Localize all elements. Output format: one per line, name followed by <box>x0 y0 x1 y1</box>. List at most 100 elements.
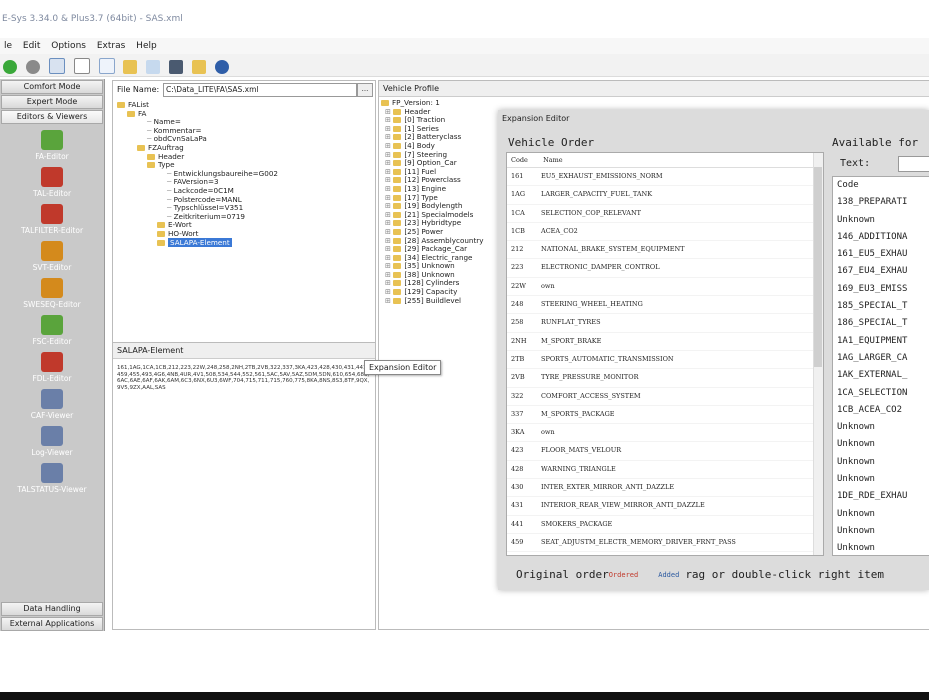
table-row[interactable]: 2VB TYRE_PRESSURE_MONITOR <box>507 369 823 388</box>
table-row[interactable]: 459 SEAT_ADJUSTM_ELECTR_MEMORY_DRIVER_FRN… <box>507 534 823 553</box>
data-handling-button[interactable]: Data Handling <box>1 602 103 616</box>
browse-button[interactable]: ... <box>357 83 373 97</box>
menu-edit[interactable]: Edit <box>23 38 40 54</box>
available-item[interactable]: 1DE_RDE_EXHAU <box>833 488 929 505</box>
editors-viewers-button[interactable]: Editors & Viewers <box>1 110 103 124</box>
tool-talstatus-viewer[interactable]: TALSTATUS-Viewer <box>0 463 104 494</box>
file-name-input[interactable]: C:\Data_LITE\FA\SAS.xml <box>163 83 357 97</box>
available-item[interactable]: 1AG_LARGER_CA <box>833 350 929 367</box>
profile-node[interactable]: ⊞ [13] Engine <box>381 184 501 194</box>
vehicle-profile-header: Vehicle Profile <box>379 81 929 97</box>
available-item[interactable]: Unknown <box>833 454 929 471</box>
table-row[interactable]: 248 STEERING_WHEEL_HEATING <box>507 296 823 315</box>
available-item[interactable]: Unknown <box>833 436 929 453</box>
available-item[interactable]: Unknown <box>833 523 929 540</box>
table-row[interactable]: 22W own <box>507 278 823 297</box>
table-row[interactable]: 455LUMBAR_SUPPORT_DRIVER_FRONT_PASSENGER <box>507 552 823 555</box>
comfort-mode-button[interactable]: Comfort Mode <box>1 80 103 94</box>
green-circle-icon[interactable] <box>3 60 17 74</box>
available-item[interactable]: 1AK_EXTERNAL_ <box>833 367 929 384</box>
profile-node[interactable]: ⊞ [2] Batteryclass <box>381 133 501 142</box>
tree-node[interactable]: ─ Zeitkriterium=0719 <box>117 212 367 222</box>
table-row[interactable]: 428 WARNING_TRIANGLE <box>507 461 823 480</box>
tool-talfilter-editor[interactable]: TALFILTER-Editor <box>0 204 104 235</box>
available-item[interactable]: 186_SPECIAL_T <box>833 315 929 332</box>
available-item[interactable]: 1A1_EQUIPMENT <box>833 333 929 350</box>
arrows-icon[interactable] <box>146 60 161 74</box>
external-applications-button[interactable]: External Applications <box>1 617 103 631</box>
available-item[interactable]: 161_EU5_EXHAU <box>833 246 929 263</box>
available-item[interactable]: 138_PREPARATI <box>833 194 929 211</box>
menu-file[interactable]: le <box>4 38 12 54</box>
available-item[interactable]: 169_EU3_EMISS <box>833 281 929 298</box>
table-row[interactable]: 1CA SELECTION_COP_RELEVANT <box>507 205 823 223</box>
tree-node[interactable]: FAList <box>117 100 367 110</box>
tool-fdl-editor[interactable]: FDL-Editor <box>0 352 104 383</box>
expert-mode-button[interactable]: Expert Mode <box>1 95 103 109</box>
tool-log-viewer[interactable]: Log-Viewer <box>0 426 104 457</box>
table-row[interactable]: 2NH M_SPORT_BRAKE <box>507 333 823 351</box>
tree-node[interactable]: HO-Wort <box>117 229 367 239</box>
profile-node[interactable]: ⊞ [0] Traction <box>381 115 501 125</box>
menu-options[interactable]: Options <box>51 38 86 54</box>
available-item[interactable]: Unknown <box>833 506 929 523</box>
tree-node[interactable]: SALAPA-Element <box>117 237 367 248</box>
available-item[interactable]: 185_SPECIAL_T <box>833 298 929 315</box>
table-row[interactable]: 1AG LARGER_CAPACITY_FUEL_TANK <box>507 186 823 205</box>
save-icon[interactable] <box>169 60 184 74</box>
help-icon[interactable] <box>214 60 229 74</box>
vehicle-order-scroll-thumb[interactable] <box>814 167 822 367</box>
available-item[interactable]: 146_ADDITIONA <box>833 229 929 246</box>
table-row[interactable]: 441 SMOKERS_PACKAGE <box>507 516 823 534</box>
table-row[interactable]: 1CB ACEA_CO2 <box>507 223 823 242</box>
col-name-header[interactable]: Name <box>543 156 563 164</box>
table-row[interactable]: 223 ELECTRONIC_DAMPER_CONTROL <box>507 259 823 278</box>
table-row[interactable]: 2TB SPORTS_AUTOMATIC_TRANSMISSION <box>507 351 823 370</box>
tool-label: FSC-Editor <box>32 337 72 346</box>
folder-icon[interactable] <box>192 60 206 74</box>
table-row[interactable]: 423 FLOOR_MATS_VELOUR <box>507 442 823 461</box>
tool-sweseq-editor[interactable]: SWESEQ-Editor <box>0 278 104 309</box>
tree-node[interactable]: ─ Entwicklungsbaureihe=G002 <box>117 169 367 179</box>
table-row[interactable]: 431 INTERIOR_REAR_VIEW_MIRROR_ANTI_DAZZLE <box>507 497 823 516</box>
connect-icon[interactable] <box>48 58 65 74</box>
text-filter-input[interactable] <box>898 156 929 172</box>
table-row[interactable]: 161 EU5_EXHAUST_EMISSIONS_NORM <box>507 168 823 187</box>
available-item[interactable]: 167_EU4_EXHAU <box>833 263 929 280</box>
table-row[interactable]: 3KA own <box>507 424 823 443</box>
menu-help[interactable]: Help <box>136 38 157 54</box>
available-item[interactable]: Unknown <box>833 471 929 488</box>
tool-fsc-editor[interactable]: FSC-Editor <box>0 315 104 346</box>
tree-node[interactable]: FZAuftrag <box>117 143 367 153</box>
col-code-header[interactable]: Code <box>507 153 541 167</box>
available-item[interactable]: 1CA_SELECTION <box>833 385 929 402</box>
menu-extras[interactable]: Extras <box>97 38 125 54</box>
table-row[interactable]: 430 INTER_EXTER_MIRROR_ANTI_DAZZLE <box>507 479 823 498</box>
salapa-text[interactable]: 161,1AG,1CA,1CB,212,223,22W,248,258,2NH,… <box>117 365 371 391</box>
new-file-icon[interactable] <box>98 58 115 74</box>
tree-node[interactable]: Header <box>117 152 367 162</box>
table-row[interactable]: 337 M_SPORTS_PACKAGE <box>507 406 823 425</box>
tree-node[interactable]: ─ Lackcode=0C1M <box>117 186 367 196</box>
available-item[interactable]: Unknown <box>833 212 929 229</box>
profile-node[interactable]: ⊞ [255] Buildlevel <box>381 296 501 306</box>
profile-node[interactable]: FP_Version: 1 <box>381 98 501 108</box>
table-row[interactable]: 212 NATIONAL_BRAKE_SYSTEM_EQUIPMENT <box>507 241 823 260</box>
expand-icon[interactable]: ⊞ <box>385 296 393 305</box>
available-item[interactable]: Unknown <box>833 419 929 436</box>
available-item[interactable]: Unknown <box>833 540 929 555</box>
table-row[interactable]: 322 COMFORT_ACCESS_SYSTEM <box>507 388 823 406</box>
tree-node[interactable]: ─ FAVersion=3 <box>117 178 367 187</box>
tool-tal-editor[interactable]: TAL-Editor <box>0 167 104 198</box>
tool-svt-editor[interactable]: SVT-Editor <box>0 241 104 272</box>
tree-node[interactable]: E-Wort <box>117 221 367 230</box>
open-folder-icon[interactable] <box>123 60 138 74</box>
table-row[interactable]: 258 RUNFLAT_TYRES <box>507 314 823 333</box>
gray-circle-icon[interactable] <box>25 60 40 74</box>
tool-fa-editor[interactable]: FA-Editor <box>0 130 104 161</box>
available-item[interactable]: 1CB_ACEA_CO2 <box>833 402 929 419</box>
toolbar <box>0 54 929 77</box>
profile-node[interactable]: ⊞ [9] Option_Car <box>381 158 501 168</box>
tool-caf-viewer[interactable]: CAF-Viewer <box>0 389 104 420</box>
page-icon[interactable] <box>73 58 90 74</box>
